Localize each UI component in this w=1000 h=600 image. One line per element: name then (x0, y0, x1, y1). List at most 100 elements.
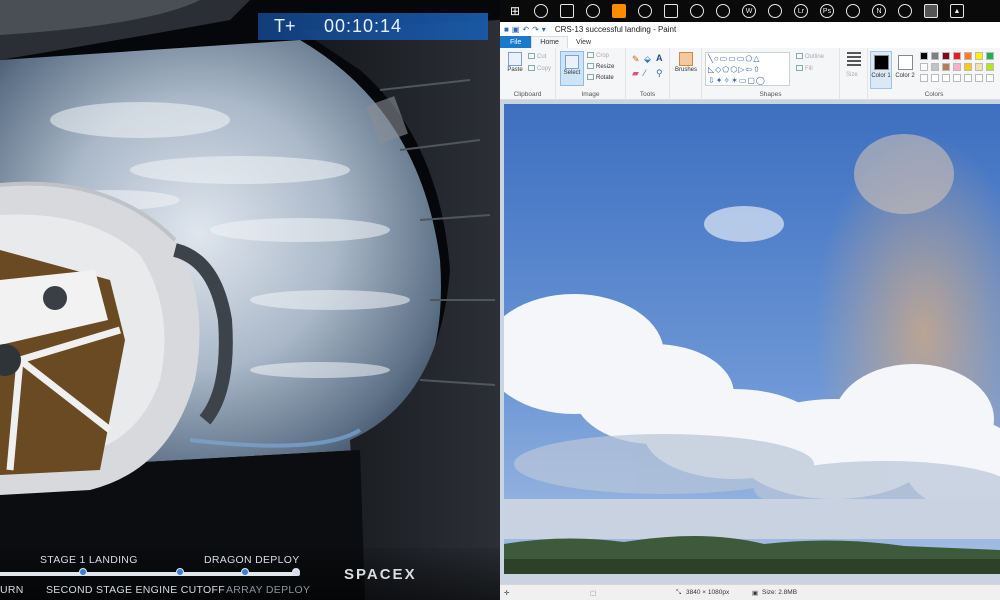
palette-color-1-3[interactable] (953, 63, 961, 71)
ribbon: Paste Cut Copy Clipboard Select Crop Res… (500, 48, 1000, 100)
timeline-marker-stage1-landing (79, 568, 87, 576)
quick-access-icons[interactable]: ■▣↶↷▾ (504, 25, 549, 34)
photos-icon[interactable]: ▲ (950, 4, 964, 18)
colors-group-label: Colors (924, 91, 944, 98)
timer-clock: 00:10:14 (324, 16, 403, 36)
outline-icon (796, 53, 803, 59)
rotate-button[interactable]: Rotate (587, 74, 614, 81)
cut-button[interactable]: Cut (528, 53, 546, 60)
palette-color-2-0[interactable] (920, 74, 928, 82)
chrome-icon[interactable] (716, 4, 730, 18)
fill-button[interactable]: Fill (796, 65, 813, 72)
canvas-area (500, 100, 1000, 584)
image-group-label: Image (581, 91, 600, 98)
launch-video-frame[interactable]: T+ 00:10:14 STAGE 1 LANDING DRAGON DEPLO… (0, 0, 500, 600)
ribbon-tabs: File Home View (500, 36, 1000, 48)
onenote-icon[interactable]: N (872, 4, 886, 18)
photoshop-icon[interactable]: Ps (820, 4, 834, 18)
file-size: Size: 2.8MB (762, 589, 798, 596)
file-menu[interactable]: File (500, 36, 532, 48)
bluetooth-icon[interactable] (690, 4, 704, 18)
paste-button[interactable]: Paste (504, 52, 526, 73)
tool-icon[interactable] (846, 4, 860, 18)
timeline-label-seco: SECOND STAGE ENGINE CUTOFF (46, 584, 225, 596)
text-tool-icon[interactable]: A (656, 53, 663, 63)
magnifier-icon[interactable]: ⚲ (656, 68, 663, 79)
palette-color-2-1[interactable] (931, 74, 939, 82)
resize-label: Resize (596, 64, 615, 70)
shapes-group-label: Shapes (759, 91, 782, 98)
fill-bucket-icon[interactable]: ⬙ (644, 54, 651, 65)
file-size-icon: ▣ (752, 590, 759, 597)
screen: T+ 00:10:14 STAGE 1 LANDING DRAGON DEPLO… (0, 0, 1000, 600)
cortana-icon[interactable] (534, 4, 548, 18)
palette-color-2-6[interactable] (986, 74, 994, 82)
tab-view[interactable]: View (568, 36, 599, 48)
copy-label: Copy (537, 66, 552, 72)
palette-color-1-0[interactable] (920, 63, 928, 71)
color1-swatch (874, 55, 889, 70)
copy-button[interactable]: Copy (528, 65, 551, 72)
palette-color-2-4[interactable] (964, 74, 972, 82)
palette-color-0-2[interactable] (942, 52, 950, 60)
palette-color-1-6[interactable] (986, 63, 994, 71)
brushes-button[interactable]: Brushes (673, 52, 699, 73)
game-icon[interactable] (638, 4, 652, 18)
crop-label: Crop (596, 53, 610, 59)
palette-color-0-4[interactable] (964, 52, 972, 60)
timeline-progress (0, 572, 294, 576)
color1-button[interactable]: Color 1 (870, 51, 892, 89)
timeline-marker-array-deploy (292, 568, 300, 576)
eraser-icon[interactable]: ▰ (632, 68, 639, 79)
size-button[interactable] (843, 52, 865, 67)
color2-swatch (898, 55, 913, 70)
clock-icon[interactable] (768, 4, 782, 18)
palette-color-1-5[interactable] (975, 63, 983, 71)
palette-color-0-6[interactable] (986, 52, 994, 60)
mail-icon[interactable] (898, 4, 912, 18)
palette-color-0-5[interactable] (975, 52, 983, 60)
mission-timeline: STAGE 1 LANDING DRAGON DEPLOY URN SECOND… (0, 548, 500, 600)
palette-color-2-5[interactable] (975, 74, 983, 82)
fill-icon (796, 65, 803, 71)
vlc-icon[interactable] (612, 4, 626, 18)
color1-label: Color 1 (871, 73, 891, 79)
palette-color-2-3[interactable] (953, 74, 961, 82)
image-dimensions: 3840 × 1080px (686, 589, 730, 596)
drawing-canvas[interactable] (504, 104, 1000, 574)
steam-icon[interactable] (586, 4, 600, 18)
brushes-label: Brushes (674, 67, 697, 73)
timeline-label-array-deploy: ARRAY DEPLOY (226, 584, 311, 596)
app-icon[interactable] (664, 4, 678, 18)
timeline-track (0, 572, 300, 576)
color-picker-icon[interactable]: ⁄ (644, 68, 646, 78)
image-group: Select Crop Resize Rotate Image (556, 48, 626, 100)
palette-color-1-2[interactable] (942, 63, 950, 71)
paste-label: Paste (507, 67, 523, 73)
outline-button[interactable]: Outline (796, 53, 824, 60)
paint-icon[interactable] (924, 4, 938, 18)
pencil-icon[interactable]: ✎ (632, 54, 640, 65)
task-view-icon[interactable] (560, 4, 574, 18)
status-bar: ✛ ⬚ ⤡ 3840 × 1080px ▣ Size: 2.8MB (500, 584, 1000, 600)
lightroom-icon[interactable]: Lr (794, 4, 808, 18)
word-icon[interactable]: W (742, 4, 756, 18)
add-icon: ✛ (504, 590, 510, 597)
palette-color-1-1[interactable] (931, 63, 939, 71)
palette-color-1-4[interactable] (964, 63, 972, 71)
resize-button[interactable]: Resize (587, 63, 614, 70)
rotate-label: Rotate (596, 75, 614, 81)
tab-home[interactable]: Home (531, 36, 568, 48)
select-button[interactable]: Select (560, 51, 584, 86)
palette-color-0-1[interactable] (931, 52, 939, 60)
clipboard-group: Paste Cut Copy Clipboard (500, 48, 556, 100)
crop-button[interactable]: Crop (587, 52, 609, 59)
color2-button[interactable]: Color 2 (894, 51, 916, 89)
selection-icon: ⬚ (590, 590, 597, 597)
windows-icon[interactable]: ⊞ (508, 4, 522, 18)
palette-color-2-2[interactable] (942, 74, 950, 82)
palette-color-0-3[interactable] (953, 52, 961, 60)
palette-color-0-0[interactable] (920, 52, 928, 60)
brush-icon (679, 52, 693, 66)
shapes-gallery[interactable]: ╲○▭▭▭⬠△ ◺◇⬠⬡▷⇦⇧ ⇩✦✧✶▭▢◯ (705, 52, 790, 86)
